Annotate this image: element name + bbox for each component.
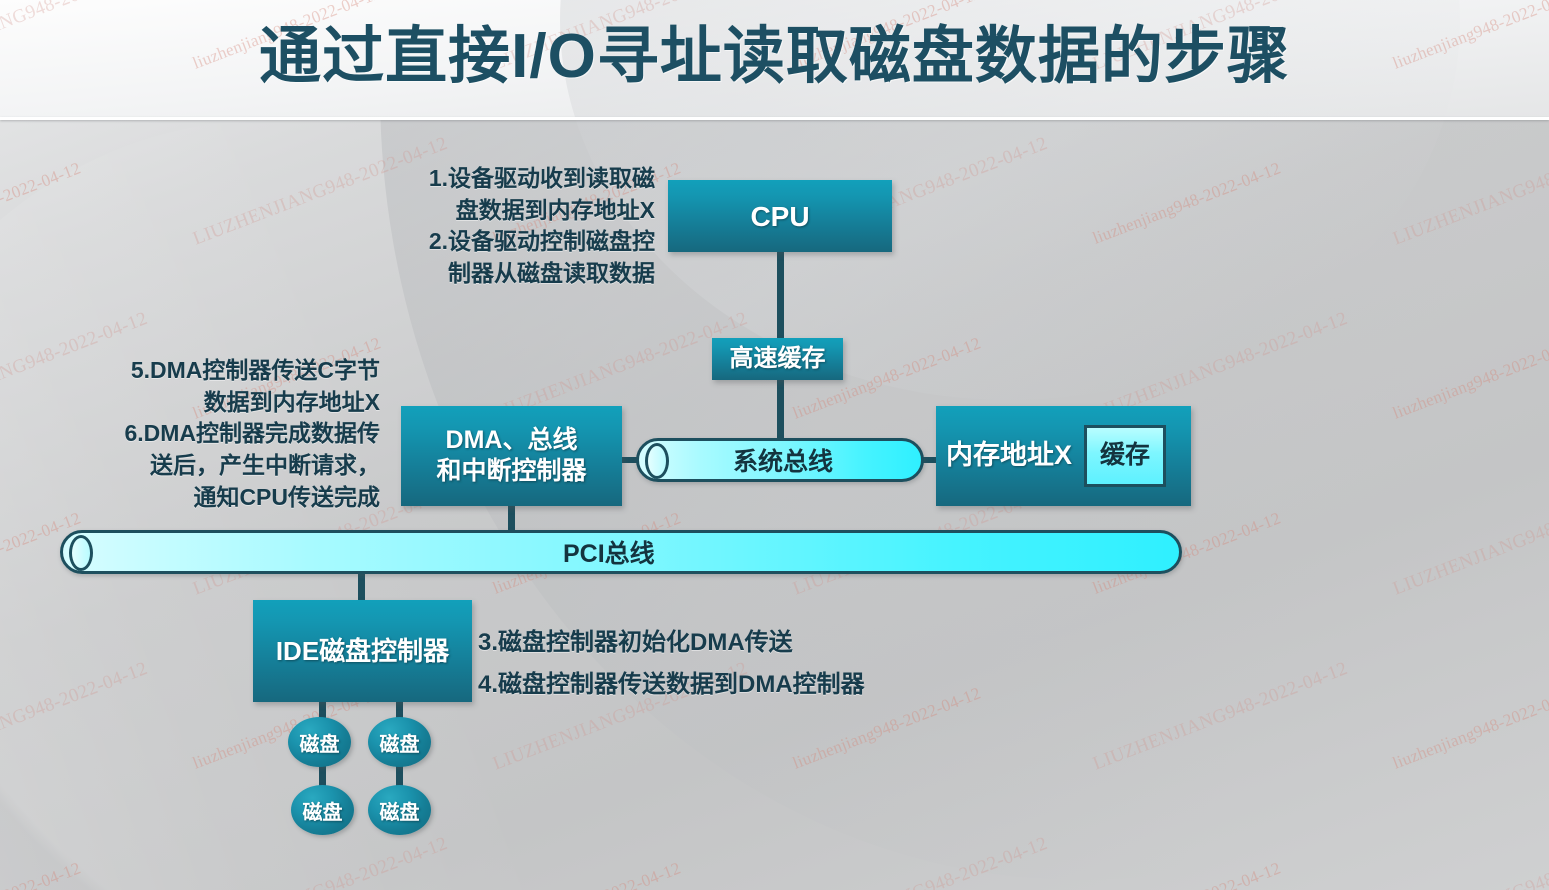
node-memory-cache-box[interactable]: 缓存 bbox=[1084, 425, 1167, 487]
bus-pci-left-cap bbox=[69, 535, 93, 571]
step-1-line-2: 盘数据到内存地址X bbox=[455, 196, 655, 223]
bus-pci-label: PCI总线 bbox=[563, 540, 655, 568]
node-cpu-label: CPU bbox=[750, 200, 810, 232]
slide-canvas: liuzhenjiang948-2022-04-12 LIUZHENJIANG94… bbox=[0, 0, 1549, 890]
node-cache[interactable]: 高速缓存 bbox=[712, 338, 843, 380]
node-ide-disk-controller[interactable]: IDE磁盘控制器 bbox=[253, 600, 472, 702]
step-2-line-2: 制器从磁盘读取数据 bbox=[448, 260, 655, 287]
page-title: 通过直接I/O寻址读取磁盘数据的步骤 bbox=[259, 22, 1290, 91]
node-dma-label: DMA、总线 和中断控制器 bbox=[436, 425, 586, 488]
node-dma-label-line-2: 和中断控制器 bbox=[436, 457, 587, 485]
steps-block-top: 1.设备驱动收到读取磁 盘数据到内存地址X 2.设备驱动控制磁盘控 制器从磁盘读… bbox=[330, 163, 655, 290]
disk-4[interactable]: 磁盘 bbox=[368, 785, 431, 835]
bus-system-left-cap bbox=[645, 443, 669, 479]
connector-cpu-to-cache bbox=[777, 250, 784, 340]
node-memory-address-x[interactable]: 内存地址X 缓存 bbox=[936, 406, 1191, 506]
disk-1-label: 磁盘 bbox=[299, 733, 340, 756]
node-cache-label: 高速缓存 bbox=[729, 345, 826, 372]
bus-system-label: 系统总线 bbox=[733, 448, 834, 476]
node-memory-label: 内存地址X bbox=[946, 440, 1073, 471]
step-5-line-1: 5.DMA控制器传送C字节 bbox=[130, 357, 380, 383]
header-divider bbox=[0, 117, 1549, 120]
node-memory-cache-label: 缓存 bbox=[1100, 441, 1151, 470]
disk-2-label: 磁盘 bbox=[379, 733, 420, 756]
step-6-line-1: 6.DMA控制器完成数据传 bbox=[124, 420, 380, 447]
disk-2[interactable]: 磁盘 bbox=[368, 717, 431, 767]
node-ide-label: IDE磁盘控制器 bbox=[275, 635, 450, 666]
disk-1[interactable]: 磁盘 bbox=[288, 717, 351, 767]
step-2-line-1: 2.设备驱动控制磁盘控 bbox=[428, 228, 655, 255]
node-dma-bus-interrupt-controller[interactable]: DMA、总线 和中断控制器 bbox=[401, 406, 622, 506]
step-6-line-3: 通知CPU传送完成 bbox=[193, 483, 380, 510]
disk-3[interactable]: 磁盘 bbox=[291, 785, 354, 835]
steps-block-left: 5.DMA控制器传送C字节 数据到内存地址X 6.DMA控制器完成数据传 送后，… bbox=[40, 355, 380, 514]
step-3-line-1: 3.磁盘控制器初始化DMA传送 bbox=[478, 629, 793, 656]
step-6-line-2: 送后，产生中断请求， bbox=[150, 452, 380, 479]
bus-system[interactable]: 系统总线 bbox=[636, 438, 924, 482]
step-5-line-2: 数据到内存地址X bbox=[203, 388, 380, 415]
bus-pci[interactable]: PCI总线 bbox=[60, 530, 1182, 574]
disk-4-label: 磁盘 bbox=[379, 801, 420, 824]
step-4-line-1: 4.磁盘控制器传送数据到DMA控制器 bbox=[478, 671, 865, 698]
connector-cache-to-system-bus bbox=[777, 378, 784, 442]
steps-block-bottom: 3.磁盘控制器初始化DMA传送 4.磁盘控制器传送数据到DMA控制器 bbox=[478, 622, 948, 706]
node-dma-label-line-1: DMA、总线 bbox=[445, 425, 578, 454]
disk-3-label: 磁盘 bbox=[302, 801, 343, 824]
node-cpu[interactable]: CPU bbox=[668, 180, 892, 252]
step-1-line-1: 1.设备驱动收到读取磁 bbox=[428, 165, 655, 191]
